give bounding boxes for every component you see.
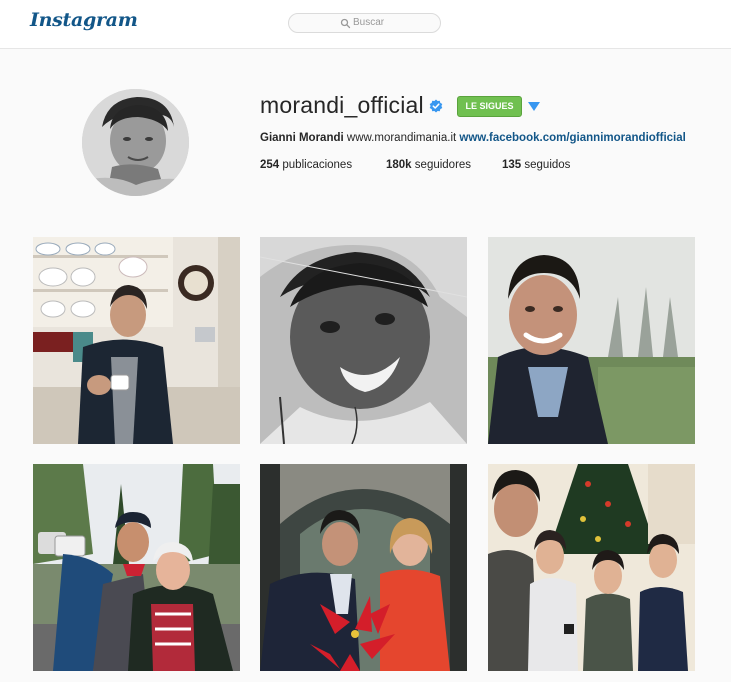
following-label: seguidos (524, 159, 571, 171)
search-placeholder: Buscar (353, 17, 385, 28)
posts-count: 254 (260, 159, 280, 171)
top-navigation-bar: Instagram Buscar (0, 0, 731, 49)
bio-website-link[interactable]: www.morandimania.it (347, 132, 456, 144)
profile-bio: Gianni Morandi www.morandimania.it www.f… (260, 132, 686, 144)
search-input[interactable]: Buscar (288, 13, 441, 33)
verified-badge-icon (429, 99, 443, 113)
followers-count: 180k (386, 159, 412, 171)
following-stat[interactable]: 135 seguidos (502, 159, 570, 171)
bio-facebook-link[interactable]: www.facebook.com/giannimorandiofficial (459, 132, 685, 144)
following-count: 135 (502, 159, 522, 171)
followers-stat[interactable]: 180k seguidores (386, 159, 471, 171)
post-thumbnail[interactable] (260, 464, 467, 671)
posts-stat: 254 publicaciones (260, 159, 352, 171)
bio-full-name: Gianni Morandi (260, 132, 344, 144)
profile-avatar[interactable] (82, 89, 189, 196)
post-thumbnail[interactable] (488, 464, 695, 671)
search-icon (340, 18, 351, 29)
profile-username: morandi_official (260, 92, 424, 118)
post-thumbnail[interactable] (33, 464, 240, 671)
following-button[interactable]: LE SIGUES (457, 96, 522, 117)
followers-label: seguidores (414, 159, 472, 171)
post-thumbnail[interactable] (260, 237, 467, 444)
post-thumbnail[interactable] (33, 237, 240, 444)
posts-label: publicaciones (282, 159, 353, 171)
post-thumbnail[interactable] (488, 237, 695, 444)
chevron-down-icon[interactable] (527, 101, 541, 112)
instagram-logo[interactable]: Instagram (30, 9, 138, 31)
